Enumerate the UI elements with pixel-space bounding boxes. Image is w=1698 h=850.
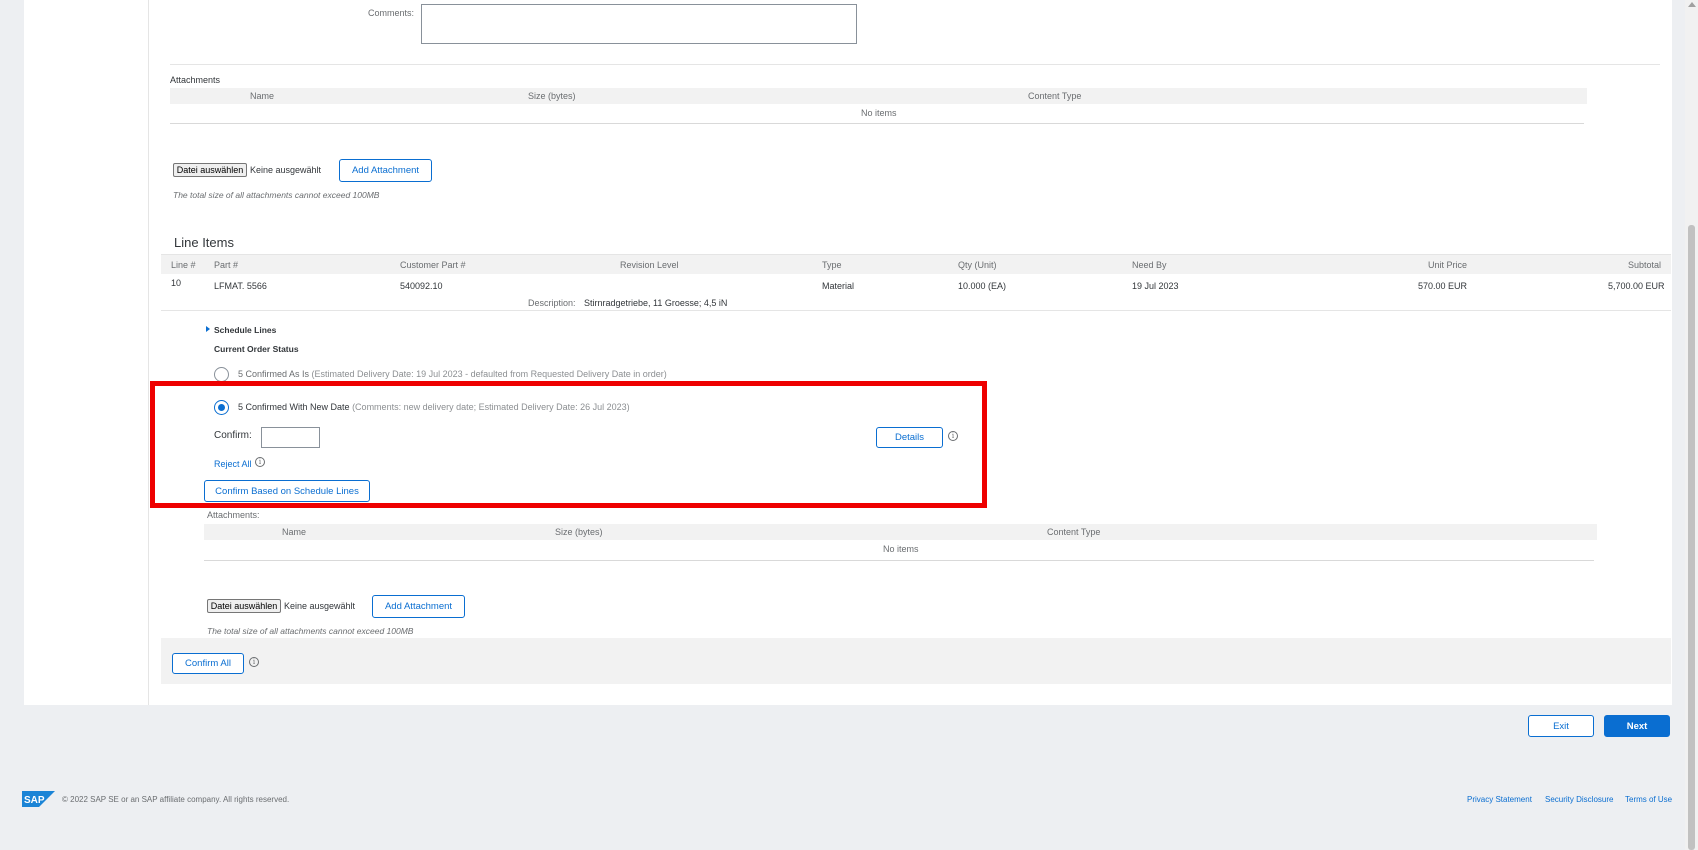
col-line-number: Line # <box>171 260 196 270</box>
row-subtotal: 5,700.00 EUR <box>1608 281 1665 291</box>
copyright-text: © 2022 SAP SE or an SAP affiliate compan… <box>62 795 290 804</box>
exit-button[interactable]: Exit <box>1528 715 1594 737</box>
security-disclosure-link[interactable]: Security Disclosure <box>1545 795 1613 804</box>
line-no-items-text: No items <box>883 544 919 554</box>
terms-of-use-link[interactable]: Terms of Use <box>1625 795 1672 804</box>
col-revision-level: Revision Level <box>620 260 679 270</box>
col-qty: Qty (Unit) <box>958 260 997 270</box>
confirm-all-band <box>161 638 1671 684</box>
line-choose-file-button[interactable]: Datei auswählen <box>207 599 281 613</box>
comments-label: Comments: <box>368 8 415 18</box>
confirm-all-info-icon[interactable]: i <box>249 657 259 667</box>
col-name: Name <box>250 91 275 101</box>
col-content-type: Content Type <box>1028 91 1082 101</box>
scrollbar-thumb[interactable] <box>1688 225 1695 850</box>
description-label: Description: <box>528 298 576 308</box>
row-divider <box>161 310 1671 311</box>
line-table-bottom-rule <box>204 560 1594 561</box>
confirm-all-button[interactable]: Confirm All <box>172 653 244 674</box>
line-col-name: Name <box>282 527 307 537</box>
description-value: Stirnradgetriebe, 11 Groesse; 4,5 iN <box>584 298 728 308</box>
file-status: Keine ausgewählt <box>250 165 322 175</box>
option1-label: 5 Confirmed As Is (Estimated Delivery Da… <box>238 369 667 379</box>
col-part-number: Part # <box>214 260 239 270</box>
col-size: Size (bytes) <box>528 91 576 101</box>
attachments-table-header <box>170 88 1587 104</box>
attachment-size-hint: The total size of all attachments cannot… <box>173 190 380 200</box>
sap-logo-text: SAP <box>24 795 45 806</box>
current-order-status-label: Current Order Status <box>214 344 299 354</box>
row-customer-part: 540092.10 <box>400 281 443 291</box>
line-attachments-header <box>204 524 1597 540</box>
row-type: Material <box>822 281 855 291</box>
col-subtotal: Subtotal <box>1628 260 1662 270</box>
no-items-text: No items <box>861 108 897 118</box>
divider <box>170 64 1660 65</box>
col-customer-part: Customer Part # <box>400 260 466 270</box>
line-col-size: Size (bytes) <box>555 527 603 537</box>
schedule-lines-toggle[interactable]: Schedule Lines <box>214 325 276 335</box>
col-type: Type <box>822 260 842 270</box>
privacy-statement-link[interactable]: Privacy Statement <box>1467 795 1532 804</box>
option1-title: 5 Confirmed As Is <box>238 369 310 379</box>
col-unit-price: Unit Price <box>1428 260 1468 270</box>
confirm-as-is-radio[interactable] <box>214 367 229 382</box>
expand-triangle-icon[interactable] <box>206 326 210 332</box>
add-attachment-button[interactable]: Add Attachment <box>339 159 432 182</box>
choose-file-button[interactable]: Datei auswählen <box>173 163 247 177</box>
row-need-by: 19 Jul 2023 <box>1132 281 1179 291</box>
scroll-up-arrow-icon[interactable] <box>1688 2 1696 7</box>
line-attachment-size-hint: The total size of all attachments cannot… <box>207 626 414 636</box>
table-bottom-rule <box>170 123 1584 124</box>
row-line-number: 10 <box>171 278 182 288</box>
next-button[interactable]: Next <box>1604 715 1670 737</box>
line-items-title: Line Items <box>174 235 234 250</box>
left-divider <box>148 0 149 705</box>
line-attachments-title: Attachments: <box>207 510 260 520</box>
line-col-content-type: Content Type <box>1047 527 1101 537</box>
sap-logo: SAP <box>22 791 55 807</box>
option1-detail: (Estimated Delivery Date: 19 Jul 2023 - … <box>311 369 667 379</box>
col-need-by: Need By <box>1132 260 1167 270</box>
line-add-attachment-button[interactable]: Add Attachment <box>372 595 465 618</box>
attachments-title: Attachments <box>170 75 221 85</box>
row-unit-price: 570.00 EUR <box>1418 281 1468 291</box>
comments-textarea[interactable] <box>421 4 857 44</box>
row-part-number: LFMAT. 5566 <box>214 281 267 291</box>
highlight-box <box>150 381 987 508</box>
line-file-status: Keine ausgewählt <box>284 601 356 611</box>
row-qty: 10.000 (EA) <box>958 281 1007 291</box>
